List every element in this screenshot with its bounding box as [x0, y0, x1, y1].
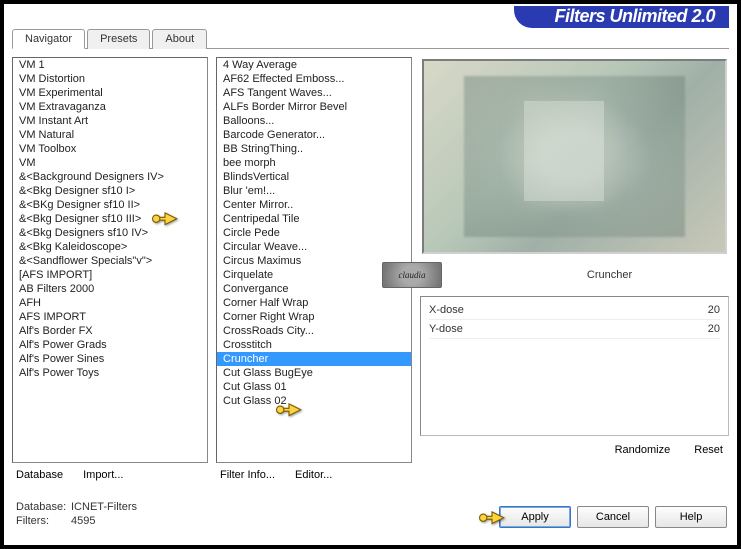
list-item[interactable]: Circular Weave... — [217, 240, 411, 254]
divider — [12, 491, 729, 492]
list-item[interactable]: VM Experimental — [13, 86, 207, 100]
list-item[interactable]: Balloons... — [217, 114, 411, 128]
list-item[interactable]: Cut Glass BugEye — [217, 366, 411, 380]
list-item[interactable]: Blur 'em!... — [217, 184, 411, 198]
parameter-name: Y-dose — [429, 323, 463, 335]
list-item[interactable]: Alf's Border FX — [13, 324, 207, 338]
list-item[interactable]: VM Instant Art — [13, 114, 207, 128]
app-title: Filters Unlimited 2.0 — [514, 6, 729, 28]
list-item[interactable]: VM Natural — [13, 128, 207, 142]
list-item[interactable]: BlindsVertical — [217, 170, 411, 184]
apply-button[interactable]: Apply — [499, 506, 571, 528]
list-item[interactable]: &<BKg Designer sf10 II> — [13, 198, 207, 212]
list-item[interactable]: VM — [13, 156, 207, 170]
list-item[interactable]: Alf's Power Toys — [13, 366, 207, 380]
list-item[interactable]: AFH — [13, 296, 207, 310]
current-filter-name: Cruncher — [490, 269, 729, 281]
list-item[interactable]: AF62 Effected Emboss... — [217, 72, 411, 86]
preview-panel: claudia Cruncher X-dose 20 Y-dose 20 Random… — [420, 57, 729, 481]
list-item[interactable]: [AFS IMPORT] — [13, 268, 207, 282]
list-item[interactable]: &<Bkg Designers sf10 IV> — [13, 226, 207, 240]
list-item[interactable]: AFS Tangent Waves... — [217, 86, 411, 100]
parameter-list: X-dose 20 Y-dose 20 — [420, 296, 729, 436]
list-item[interactable]: CrossRoads City... — [217, 324, 411, 338]
list-item[interactable]: Cut Glass 01 — [217, 380, 411, 394]
list-item[interactable]: Alf's Power Grads — [13, 338, 207, 352]
list-item[interactable]: &<Bkg Designer sf10 III> — [13, 212, 207, 226]
list-item[interactable]: Cut Glass 02 — [217, 394, 411, 408]
list-item[interactable]: 4 Way Average — [217, 58, 411, 72]
database-button[interactable]: Database — [16, 469, 63, 481]
list-item[interactable]: &<Background Designers IV> — [13, 170, 207, 184]
list-item[interactable]: Alf's Power Sines — [13, 352, 207, 366]
status-db-value: ICNET-Filters — [71, 501, 137, 513]
list-item[interactable]: &<Sandflower Specials"v"> — [13, 254, 207, 268]
list-item[interactable]: AFS IMPORT — [13, 310, 207, 324]
title-bar: Filters Unlimited 2.0 — [4, 4, 737, 28]
list-item[interactable]: ALFs Border Mirror Bevel — [217, 100, 411, 114]
filter-info-button[interactable]: Filter Info... — [220, 469, 275, 481]
parameter-row[interactable]: Y-dose 20 — [429, 320, 720, 339]
status-text: Database:ICNET-Filters Filters:4595 — [16, 500, 137, 528]
list-item[interactable]: Barcode Generator... — [217, 128, 411, 142]
status-filters-value: 4595 — [71, 515, 95, 527]
list-item[interactable]: Corner Half Wrap — [217, 296, 411, 310]
list-item[interactable]: VM Toolbox — [13, 142, 207, 156]
editor-button[interactable]: Editor... — [295, 469, 332, 481]
list-item[interactable]: &<Bkg Designer sf10 I> — [13, 184, 207, 198]
list-item[interactable]: AB Filters 2000 — [13, 282, 207, 296]
footer: Database:ICNET-Filters Filters:4595 Appl… — [4, 494, 737, 534]
parameter-value: 20 — [708, 323, 720, 335]
main-content: VM 1VM DistortionVM ExperimentalVM Extra… — [4, 49, 737, 489]
status-filters-label: Filters: — [16, 514, 71, 528]
list-item[interactable]: Cruncher — [217, 352, 411, 366]
parameter-name: X-dose — [429, 304, 464, 316]
category-panel: VM 1VM DistortionVM ExperimentalVM Extra… — [12, 57, 208, 481]
list-item[interactable]: VM Extravaganza — [13, 100, 207, 114]
parameter-value: 20 — [708, 304, 720, 316]
tab-about[interactable]: About — [152, 29, 207, 49]
tab-navigator[interactable]: Navigator — [12, 29, 85, 49]
randomize-button[interactable]: Randomize — [615, 444, 671, 456]
cancel-button[interactable]: Cancel — [577, 506, 649, 528]
watermark-badge: claudia — [382, 262, 442, 288]
list-item[interactable]: bee morph — [217, 156, 411, 170]
tab-presets[interactable]: Presets — [87, 29, 150, 49]
help-button[interactable]: Help — [655, 506, 727, 528]
parameter-row[interactable]: X-dose 20 — [429, 301, 720, 320]
filter-name-row: claudia Cruncher — [420, 260, 729, 290]
list-item[interactable]: &<Bkg Kaleidoscope> — [13, 240, 207, 254]
list-item[interactable]: Center Mirror.. — [217, 198, 411, 212]
category-listbox[interactable]: VM 1VM DistortionVM ExperimentalVM Extra… — [12, 57, 208, 463]
list-item[interactable]: Circle Pede — [217, 226, 411, 240]
import-button[interactable]: Import... — [83, 469, 123, 481]
tab-bar: Navigator Presets About — [12, 28, 729, 49]
filter-listbox[interactable]: 4 Way AverageAF62 Effected Emboss...AFS … — [216, 57, 412, 463]
list-item[interactable]: Crosstitch — [217, 338, 411, 352]
status-db-label: Database: — [16, 500, 71, 514]
list-item[interactable]: Corner Right Wrap — [217, 310, 411, 324]
list-item[interactable]: VM 1 — [13, 58, 207, 72]
list-item[interactable]: BB StringThing.. — [217, 142, 411, 156]
app-window: Filters Unlimited 2.0 Navigator Presets … — [2, 2, 739, 547]
list-item[interactable]: VM Distortion — [13, 72, 207, 86]
list-item[interactable]: Centripedal Tile — [217, 212, 411, 226]
preview-image — [422, 59, 727, 254]
reset-button[interactable]: Reset — [694, 444, 723, 456]
